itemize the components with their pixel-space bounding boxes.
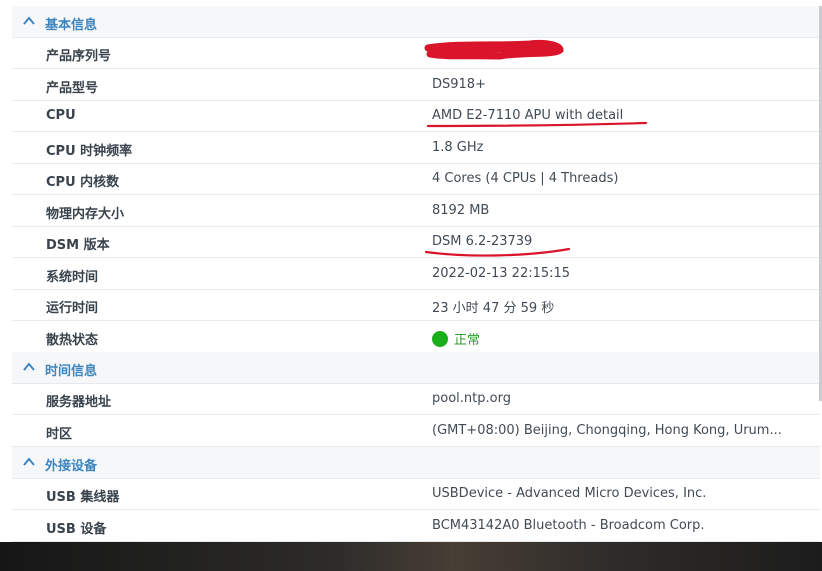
desktop-background-strip	[0, 542, 822, 571]
row-value: 正常	[432, 329, 812, 348]
section-title: 外接设备	[45, 459, 98, 474]
row-label: CPU 内核数	[46, 175, 120, 190]
row-label: 物理内存大小	[46, 207, 125, 222]
row-value: pool.ntp.org	[432, 391, 511, 406]
info-row-system-time: 系统时间 2022-02-13 22:15:15	[12, 258, 820, 290]
info-row-ntp-server: 服务器地址 pool.ntp.org	[12, 383, 820, 415]
section-header-basic-info[interactable]: 基本信息	[12, 6, 820, 38]
row-value: 1.8 GHz	[432, 140, 484, 155]
info-row-cpu-cores: CPU 内核数 4 Cores (4 CPUs | 4 Threads)	[12, 163, 820, 195]
section-title: 基本信息	[45, 18, 98, 33]
row-value: 8192 MB	[432, 203, 490, 218]
row-value: DS03D	[432, 45, 477, 60]
info-row-model: 产品型号 DS918+	[12, 69, 820, 101]
row-label: 时区	[46, 427, 73, 442]
row-value: 2022-02-13 22:15:15	[432, 266, 571, 281]
section-header-external-devices[interactable]: 外接设备	[12, 447, 820, 479]
info-row-memory: 物理内存大小 8192 MB	[12, 195, 820, 227]
row-label: DSM 版本	[46, 238, 110, 253]
row-label: 服务器地址	[46, 395, 112, 410]
row-label: CPU 时钟频率	[46, 144, 133, 159]
row-label: 运行时间	[46, 301, 99, 316]
system-info-panel: 基本信息 产品序列号 DS03D 产品型号 DS918+ CPU AMD E2-…	[12, 6, 822, 542]
section-title: 时间信息	[45, 364, 98, 379]
info-row-thermal-status: 散热状态 正常	[12, 321, 820, 353]
row-value: 23 小时 47 分 59 秒	[432, 301, 555, 316]
row-value: BCM43142A0 Bluetooth - Broadcom Corp.	[432, 518, 705, 533]
row-label: 系统时间	[46, 270, 99, 285]
row-label: USB 集线器	[46, 490, 120, 505]
row-value: 4 Cores (4 CPUs | 4 Threads)	[432, 171, 619, 186]
row-label: USB 设备	[46, 522, 107, 537]
status-text: 正常	[454, 333, 481, 348]
section-header-time-info[interactable]: 时间信息	[12, 352, 820, 384]
info-row-cpu: CPU AMD E2-7110 APU with detail	[12, 100, 820, 132]
info-row-usb-hub: USB 集线器 USBDevice - Advanced Micro Devic…	[12, 478, 820, 510]
status-dot-icon	[432, 331, 448, 347]
row-label: 散热状态	[46, 333, 99, 348]
info-row-cpu-clock: CPU 时钟频率 1.8 GHz	[12, 132, 820, 164]
row-value: DSM 6.2-23739	[432, 234, 533, 249]
info-row-timezone: 时区 (GMT+08:00) Beijing, Chongqing, Hong …	[12, 415, 820, 447]
row-value: USBDevice - Advanced Micro Devices, Inc.	[432, 486, 707, 501]
chevron-up-icon[interactable]	[22, 455, 36, 469]
chevron-up-icon[interactable]	[22, 14, 36, 28]
chevron-up-icon[interactable]	[22, 360, 36, 374]
row-value: AMD E2-7110 APU with detail	[432, 108, 624, 123]
row-value: DS918+	[432, 77, 486, 92]
info-row-serial: 产品序列号 DS03D	[12, 37, 820, 69]
row-label: 产品型号	[46, 81, 99, 96]
row-value: (GMT+08:00) Beijing, Chongqing, Hong Kon…	[432, 423, 782, 438]
info-row-dsm-version: DSM 版本 DSM 6.2-23739	[12, 226, 820, 258]
row-label: CPU	[46, 108, 76, 123]
info-row-usb-device: USB 设备 BCM43142A0 Bluetooth - Broadcom C…	[12, 510, 820, 542]
info-row-uptime: 运行时间 23 小时 47 分 59 秒	[12, 289, 820, 321]
row-label: 产品序列号	[46, 49, 112, 64]
